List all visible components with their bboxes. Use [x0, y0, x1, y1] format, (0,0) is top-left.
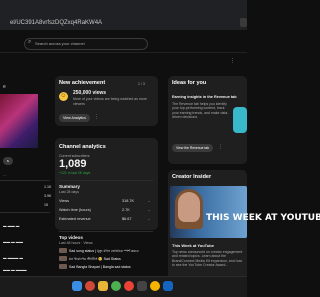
- trend-icon: –: [148, 199, 151, 203]
- top-video-title[interactable]: মন খারাপের স্ট্যাটাস 🥺 Sad Status: [69, 257, 153, 263]
- summary-title: Summary: [59, 184, 80, 189]
- chrome-icon-3[interactable]: [124, 281, 134, 291]
- windows-start-icon[interactable]: [72, 281, 82, 291]
- presenter-face: [178, 192, 200, 222]
- achievement-body-2: viewers: [73, 102, 85, 106]
- creator-insider-body: Top news announced on creator engagement…: [172, 250, 243, 268]
- app-icon[interactable]: [137, 281, 147, 291]
- top-video-title[interactable]: Sad Bangla Shayari | Bangla sad status: [69, 265, 153, 269]
- subs-delta: +121 in last 28 days: [59, 171, 91, 175]
- summary-row-value: $6.67: [122, 217, 132, 221]
- view-analytics-button[interactable]: View Analytics: [59, 114, 90, 122]
- creator-insider-image-text: THIS WEEK AT YOUTUBE: [206, 213, 320, 223]
- achievement-body: More of your videos are being watched as…: [73, 97, 147, 101]
- search-icon[interactable]: ⌕: [28, 39, 31, 46]
- top-video-title[interactable]: Sad song status | মৃত্যু যখন তোমাকে স্পর…: [69, 249, 153, 255]
- achievement-title: New achievement: [59, 80, 106, 86]
- summary-row-label: Views: [59, 199, 70, 203]
- creator-insider-title: Creator Insider: [172, 174, 212, 180]
- divider: [59, 180, 153, 181]
- left-panel-text: ▬ ▬▬▬ ▬: [3, 256, 23, 260]
- left-panel-text: ▬▬ ▬ ▬▬▬: [3, 268, 27, 272]
- top-videos-title: Top videos: [59, 235, 83, 240]
- summary-period: Last 28 days: [59, 190, 79, 194]
- left-panel-more: …: [3, 173, 7, 177]
- summary-row-value: 2.7K: [122, 208, 130, 212]
- ideas-title: Ideas for you: [172, 80, 207, 86]
- left-panel-title: e: [3, 84, 6, 90]
- divider: [0, 180, 50, 181]
- video-thumbnail[interactable]: [59, 248, 67, 253]
- summary-row-label: Estimated revenue: [59, 217, 91, 221]
- ideas-body: The Revenue tab helps you identify your …: [172, 102, 229, 120]
- divider: [0, 212, 50, 213]
- video-thumbnail[interactable]: [59, 256, 67, 261]
- address-bar-text[interactable]: el/UC391A8vrfszDQZxq4RaKW4A: [10, 20, 102, 26]
- left-panel-text: ▬▬ ▬ ▬▬: [3, 240, 23, 244]
- chrome-icon-2[interactable]: [111, 281, 121, 291]
- trend-icon: –: [148, 208, 151, 212]
- achievement-pager[interactable]: 1 / 3: [138, 82, 145, 86]
- video-thumbnail[interactable]: [0, 94, 38, 148]
- view-revenue-tab-button[interactable]: View the Revenue tab: [172, 144, 214, 152]
- chrome-icon[interactable]: [85, 281, 95, 291]
- top-videos-subtitle: Last 48 hours · Views: [59, 241, 93, 245]
- idea-illustration: [233, 107, 247, 133]
- creator-insider-video-title[interactable]: This Week at YouTube: [172, 243, 214, 248]
- file-explorer-icon[interactable]: [98, 281, 108, 291]
- left-panel-button[interactable]: s: [3, 157, 13, 165]
- trend-icon: –: [148, 217, 151, 221]
- browser-menu-icon[interactable]: [240, 18, 247, 27]
- chrome-icon-4[interactable]: [150, 281, 160, 291]
- left-panel-text: ▬ ▬▬ ▬: [3, 224, 20, 228]
- ideas-headline: Earning insights in the Revenue tab: [172, 95, 237, 99]
- left-panel-value: 1.1K: [44, 185, 52, 189]
- left-panel-value: 15: [44, 203, 48, 207]
- left-panel-value: 3.9K: [44, 194, 52, 198]
- subs-value: 1,089: [59, 158, 87, 170]
- more-options-icon[interactable]: ⋮: [218, 144, 223, 150]
- summary-row-label: Watch time (hours): [59, 208, 91, 212]
- store-icon[interactable]: [163, 281, 173, 291]
- more-options-icon[interactable]: ⋮: [94, 114, 99, 120]
- analytics-title: Channel analytics: [59, 144, 106, 150]
- summary-row-value: 318.7K: [122, 199, 135, 203]
- video-thumbnail[interactable]: [59, 264, 67, 269]
- more-options-icon[interactable]: ⋮: [230, 58, 235, 64]
- achievement-headline: 250,000 views: [73, 90, 107, 96]
- search-placeholder: Search across your channel: [35, 41, 85, 46]
- divider: [59, 231, 153, 232]
- smile-emoji-icon: ☺: [59, 92, 68, 101]
